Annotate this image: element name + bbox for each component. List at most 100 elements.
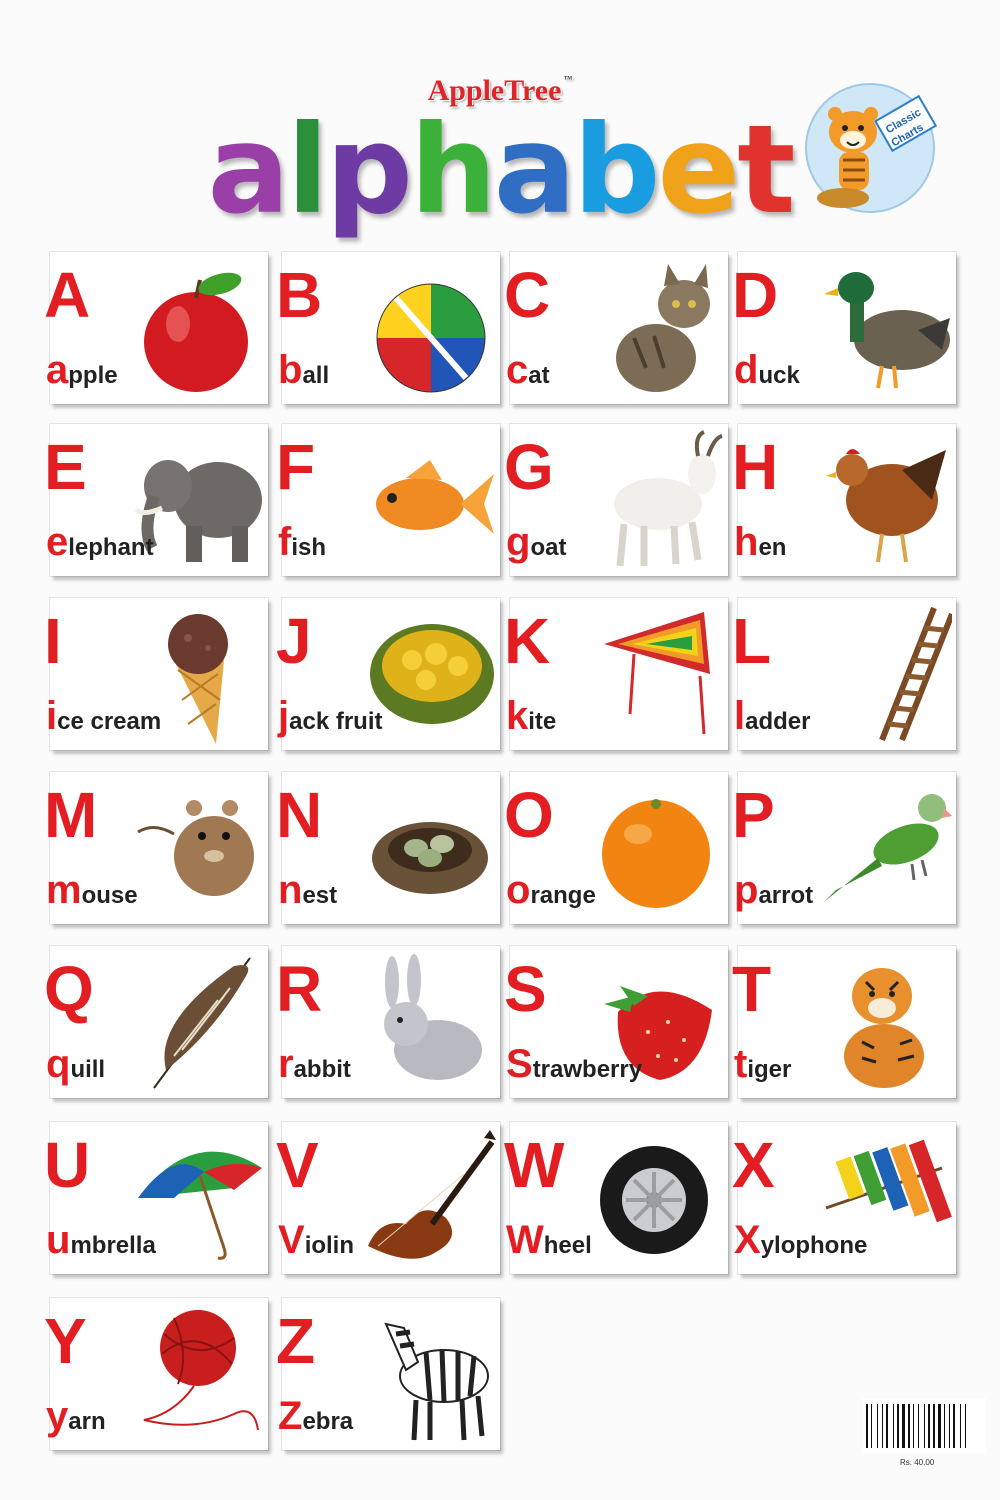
card-word: parrot [734,870,813,916]
card-word: fish [278,522,326,568]
capital-letter: C [504,259,551,331]
capital-letter: Z [276,1305,316,1377]
card-word: hen [734,522,786,568]
word-rest: en [758,534,787,561]
letter-card-q: Qquill [44,946,268,1098]
word-rest: iger [747,1056,792,1083]
capital-letter: Y [44,1305,87,1377]
mouse-icon [137,800,254,896]
cat-icon [616,264,710,392]
trademark: ™ [563,74,573,84]
capital-letter: L [732,605,772,677]
word-first-letter: b [278,348,303,392]
word-first-letter: p [734,868,759,912]
letter-card-y: Yyarn [44,1298,268,1450]
word-first-letter: c [506,348,529,392]
word-first-letter: l [734,694,746,738]
word-rest: at [528,362,550,389]
card-word: Violin [278,1220,354,1266]
kite-icon [604,612,710,735]
letter-card-f: Ffish [276,424,500,576]
capital-letter: G [504,431,554,503]
price-label: Rs. 40.00 [900,1458,935,1467]
word-rest: uck [758,362,800,389]
letter-card-c: Ccat [504,252,728,404]
word-rest: arrot [758,882,814,909]
title-letter: a [207,99,289,241]
card-word: mouse [46,870,138,916]
capital-letter: F [276,431,316,503]
letter-card-v: V Violin [276,1122,500,1274]
word-rest: arn [68,1408,106,1435]
nest-icon [372,822,488,894]
card-word: quill [46,1044,105,1090]
card-word: ladder [734,696,810,742]
letter-card-z: Z Zebra [276,1298,500,1450]
word-rest: ite [528,708,557,735]
title-letter: l [286,99,329,241]
capital-letter: B [276,259,323,331]
word-rest: uill [70,1056,106,1083]
capital-letter: W [504,1129,565,1201]
capital-letter: E [44,431,87,503]
word-rest: pple [68,362,118,389]
apple-icon [144,272,248,392]
orange-icon [602,799,710,908]
word-first-letter: m [46,868,82,912]
card-word: nest [278,870,337,916]
yarn-icon [143,1310,259,1431]
card-word: Xylophone [734,1220,867,1266]
word-rest: ack fruit [289,708,383,735]
word-first-letter: k [506,694,529,738]
capital-letter: X [732,1129,775,1201]
word-rest: oat [530,534,567,561]
letter-card-b: Bball [276,252,500,404]
card-word: kite [506,696,556,742]
word-first-letter: q [46,1042,71,1086]
card-word: ball [278,350,329,396]
capital-letter: V [276,1129,319,1201]
word-first-letter: r [278,1042,294,1086]
word-first-letter: d [734,348,759,392]
word-first-letter: e [46,520,69,564]
letter-card-h: Hhen [732,424,956,576]
word-rest: iolin [304,1232,355,1259]
letter-card-p: Pparrot [732,772,956,924]
classic-charts-badge: Classic Charts [805,83,938,213]
hen-icon [826,449,946,563]
word-rest: ebra [302,1408,354,1435]
jackfruit-icon [370,624,494,724]
parrot-icon [824,794,952,902]
title-letter: h [409,99,497,241]
title-letter: t [737,99,795,241]
word-rest: ylophone [760,1232,868,1259]
word-first-letter: S [506,1042,533,1086]
word-rest: ce cream [57,708,162,735]
title-letter: e [657,99,740,241]
card-word: rabbit [278,1044,351,1090]
capital-letter: K [504,605,551,677]
letter-card-n: Nnest [276,772,500,924]
page-title: alphabet [200,100,800,250]
title-letter: b [573,99,660,241]
word-rest: lephant [68,534,154,561]
word-first-letter: a [46,348,69,392]
wheel-icon [600,1146,708,1254]
letter-card-s: S Strawberry [504,946,728,1098]
capital-letter: D [732,259,779,331]
word-first-letter: X [734,1218,761,1262]
letter-card-m: Mmouse [44,772,268,924]
letter-card-l: Lladder [732,598,956,750]
capital-letter: N [276,779,323,851]
capital-letter: H [732,431,779,503]
barcode [862,1398,986,1454]
letter-card-k: Kkite [504,598,728,750]
word-rest: range [530,882,596,909]
quill-icon [153,957,251,1089]
capital-letter: P [732,779,775,851]
word-first-letter: V [278,1218,305,1262]
word-rest: ish [291,534,327,561]
letter-card-a: Aapple [44,252,268,404]
card-word: goat [506,522,566,568]
word-rest: all [302,362,330,389]
